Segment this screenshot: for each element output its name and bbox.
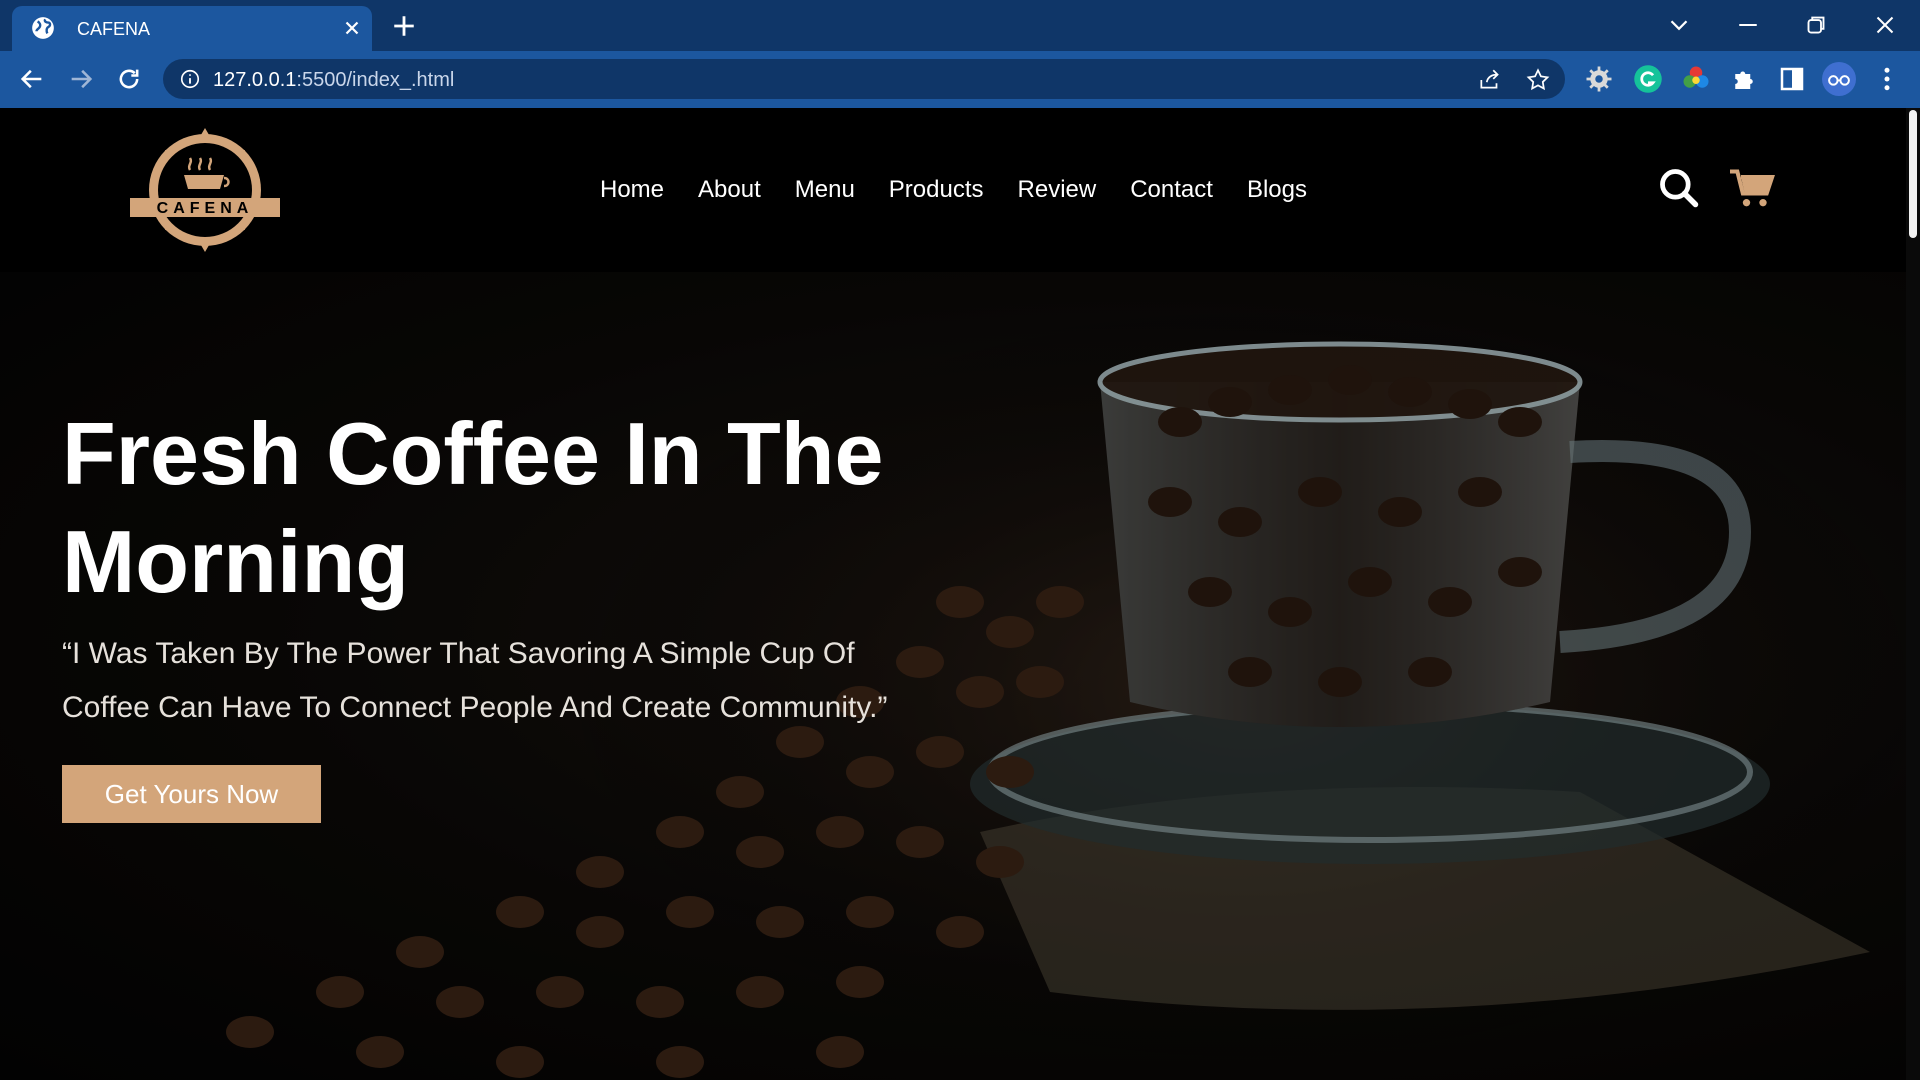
site-header: CAFENA Home About Menu Products Review C… <box>0 108 1906 272</box>
address-bar[interactable]: 127.0.0.1:5500/index_.html <box>163 59 1565 99</box>
forward-arrow-icon[interactable] <box>67 65 95 93</box>
cart-icon[interactable] <box>1728 166 1776 210</box>
extensions-puzzle-icon[interactable] <box>1729 64 1759 94</box>
new-tab-icon[interactable] <box>391 13 417 39</box>
logo-text: CAFENA <box>157 200 254 217</box>
profile-avatar[interactable] <box>1822 62 1856 96</box>
browser-tab-strip: CAFENA <box>0 0 1920 51</box>
bookmark-star-icon[interactable] <box>1525 67 1551 93</box>
nav-home[interactable]: Home <box>600 176 664 204</box>
nav-contact[interactable]: Contact <box>1130 176 1213 204</box>
url-path: :5500/index_.html <box>296 69 455 91</box>
nav-review[interactable]: Review <box>1018 176 1097 204</box>
reload-icon[interactable] <box>115 65 143 93</box>
side-panel-icon[interactable] <box>1777 64 1807 94</box>
color-picker-extension-icon[interactable] <box>1681 64 1711 94</box>
url-text[interactable]: 127.0.0.1:5500/index_.html <box>213 69 454 92</box>
profile-glasses-icon <box>1828 75 1850 86</box>
grammarly-icon[interactable] <box>1633 64 1663 94</box>
browser-menu-icon[interactable] <box>1872 64 1902 94</box>
page-scrollbar[interactable] <box>1906 108 1920 1080</box>
cafena-logo[interactable]: CAFENA <box>130 128 280 256</box>
get-yours-now-button[interactable]: Get Yours Now <box>62 765 321 823</box>
hero-title: Fresh Coffee In The Morning <box>62 404 884 611</box>
back-arrow-icon[interactable] <box>18 65 46 93</box>
globe-icon <box>32 17 54 39</box>
nav-blogs[interactable]: Blogs <box>1247 176 1307 204</box>
browser-toolbar: 127.0.0.1:5500/index_.html <box>0 51 1920 106</box>
site-info-icon[interactable] <box>179 68 201 90</box>
web-page: CAFENA Home About Menu Products Review C… <box>0 108 1920 1080</box>
scrollbar-thumb[interactable] <box>1909 110 1917 238</box>
tab-title: CAFENA <box>77 19 151 39</box>
hero-section: Fresh Coffee In The Morning “I Was Taken… <box>0 272 1906 1080</box>
search-icon[interactable] <box>1657 166 1701 210</box>
nav-products[interactable]: Products <box>889 176 984 204</box>
hero-quote: “I Was Taken By The Power That Savoring … <box>62 637 888 724</box>
browser-tab[interactable]: CAFENA <box>12 6 372 51</box>
restore-icon[interactable] <box>1801 10 1831 40</box>
url-host: 127.0.0.1 <box>213 69 297 91</box>
tab-search-chevron-icon[interactable] <box>1664 10 1694 40</box>
close-tab-icon[interactable] <box>341 17 363 39</box>
main-nav: Home About Menu Products Review Contact … <box>600 176 1307 204</box>
share-icon[interactable] <box>1477 67 1503 93</box>
settings-extension-icon[interactable] <box>1584 64 1614 94</box>
nav-menu[interactable]: Menu <box>795 176 855 204</box>
minimize-icon[interactable] <box>1733 10 1763 40</box>
nav-about[interactable]: About <box>698 176 761 204</box>
close-window-icon[interactable] <box>1870 10 1900 40</box>
